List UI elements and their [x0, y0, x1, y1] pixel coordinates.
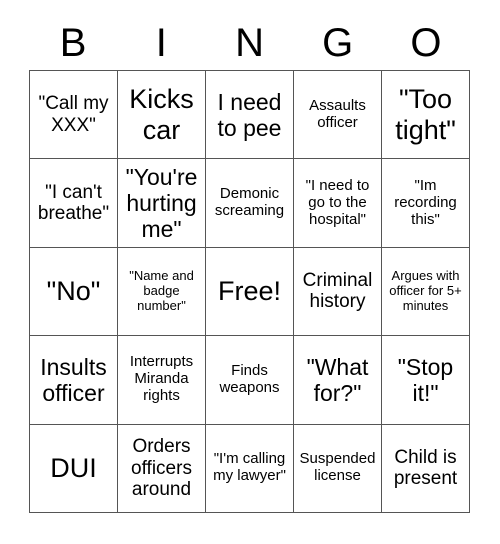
- bingo-cell-label: "I'm calling my lawyer": [213, 450, 286, 485]
- bingo-cell-r4c5[interactable]: "Stop it!": [382, 336, 470, 425]
- bingo-cell-r4c4[interactable]: "What for?": [294, 336, 382, 425]
- bingo-header-letter-i: I: [155, 21, 167, 65]
- bingo-cell-r2c2[interactable]: "You're hurting me": [118, 159, 206, 248]
- bingo-cell-r5c3[interactable]: "I'm calling my lawyer": [206, 424, 294, 513]
- bingo-cell-label: "What for?": [306, 353, 369, 406]
- bingo-cell-label: "Too tight": [395, 84, 456, 145]
- bingo-cell-r5c1[interactable]: DUI: [30, 424, 118, 513]
- bingo-grid: "Call my XXX" Kicks car I need to pee Assau…: [29, 70, 470, 513]
- bingo-cell-r1c1[interactable]: "Call my XXX": [30, 71, 118, 160]
- bingo-cell-r2c4[interactable]: "I need to go to the hospital": [294, 159, 382, 248]
- bingo-cell-label: Assaults officer: [309, 96, 366, 131]
- bingo-cell-label: "I need to go to the hospital": [305, 176, 370, 228]
- bingo-cell-label: Insults officer: [40, 353, 107, 406]
- bingo-cell-r2c5[interactable]: "Im recording this": [382, 159, 470, 248]
- bingo-cell-label: "Stop it!": [397, 353, 454, 406]
- bingo-cell-label: Child is present: [393, 446, 458, 490]
- bingo-cell-label: Interrupts Miranda rights: [129, 353, 194, 405]
- bingo-cell-r1c4[interactable]: Assaults officer: [294, 71, 382, 160]
- bingo-cell-r1c2[interactable]: Kicks car: [118, 71, 206, 160]
- bingo-cell-label: Kicks car: [129, 84, 194, 145]
- bingo-cell-label: "I can't breathe": [37, 181, 110, 225]
- bingo-card: B I N G O "Call my XXX" Kicks car I need to pe…: [0, 0, 500, 544]
- bingo-cell-label: DUI: [50, 453, 97, 484]
- bingo-cell-r1c3[interactable]: I need to pee: [206, 71, 294, 160]
- bingo-cell-r1c5[interactable]: "Too tight": [382, 71, 470, 160]
- bingo-cell-r3c1[interactable]: "No": [30, 247, 118, 337]
- bingo-cell-r4c3[interactable]: Finds weapons: [206, 336, 294, 425]
- bingo-header: BINGO: [29, 18, 470, 68]
- bingo-cell-r4c2[interactable]: Interrupts Miranda rights: [118, 336, 206, 425]
- bingo-cell-r3c4[interactable]: Criminal history: [294, 247, 382, 337]
- bingo-cell-label: "No": [46, 276, 101, 307]
- bingo-free-space[interactable]: Free!: [206, 247, 294, 337]
- bingo-cell-r2c1[interactable]: "I can't breathe": [30, 159, 118, 248]
- bingo-cell-r3c2[interactable]: "Name and badge number": [118, 247, 206, 337]
- bingo-cell-label: "Call my XXX": [38, 93, 109, 136]
- bingo-cell-label: Suspended license: [299, 450, 376, 485]
- bingo-cell-r3c5[interactable]: Argues with officer for 5+ minutes: [382, 247, 470, 337]
- bingo-cell-label: "Im recording this": [394, 176, 457, 228]
- bingo-header-letter-n: N: [235, 21, 264, 65]
- bingo-header-letter-g: G: [322, 21, 354, 65]
- bingo-cell-r5c5[interactable]: Child is present: [382, 424, 470, 513]
- bingo-cell-r4c1[interactable]: Insults officer: [30, 336, 118, 425]
- bingo-cell-label: "You're hurting me": [125, 164, 198, 243]
- bingo-cell-label: Free!: [217, 276, 282, 307]
- bingo-cell-label: "Name and badge number": [129, 268, 194, 313]
- bingo-cell-r2c3[interactable]: Demonic screaming: [206, 159, 294, 248]
- bingo-cell-label: Orders officers around: [131, 436, 192, 501]
- bingo-cell-label: Criminal history: [302, 270, 373, 313]
- bingo-cell-r5c4[interactable]: Suspended license: [294, 424, 382, 513]
- bingo-cell-label: I need to pee: [217, 88, 282, 141]
- bingo-cell-label: Argues with officer for 5+ minutes: [389, 268, 462, 313]
- bingo-header-letter-o: O: [410, 21, 442, 65]
- bingo-cell-r5c2[interactable]: Orders officers around: [118, 424, 206, 513]
- bingo-cell-label: Demonic screaming: [214, 185, 285, 220]
- bingo-header-letter-b: B: [59, 21, 87, 65]
- bingo-cell-label: Finds weapons: [219, 361, 280, 396]
